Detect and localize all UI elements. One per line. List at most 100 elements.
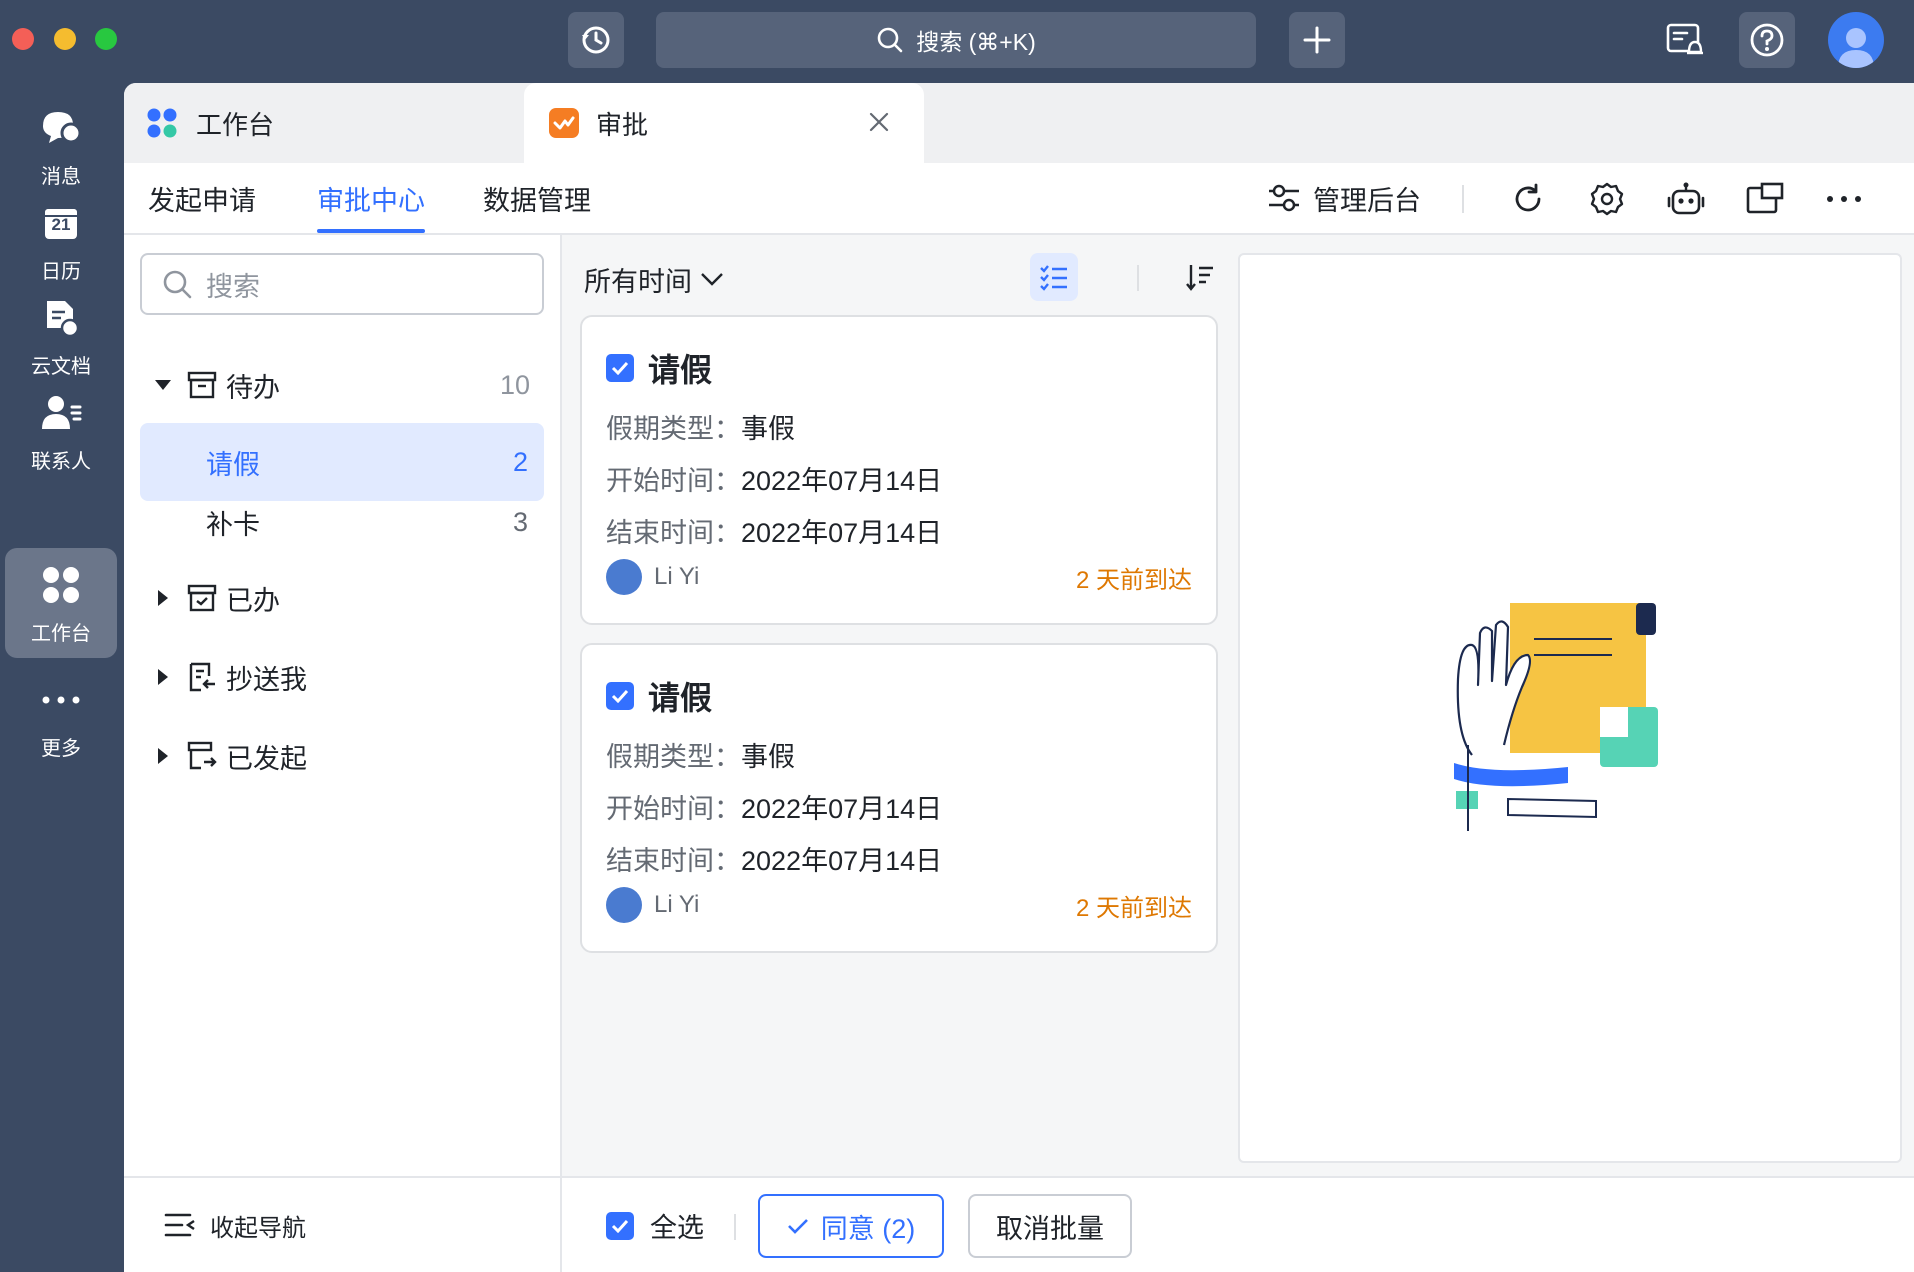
group-todo[interactable]: 待办 10 [124, 355, 562, 415]
main-window: 工作台 审批 发起申请 审批中心 数据管理 管理后台 搜索 待办 10 请假 2… [124, 83, 1914, 1272]
window-maximize-button[interactable] [95, 28, 117, 50]
new-window-button[interactable] [1739, 173, 1791, 225]
nav-item-contacts[interactable]: 联系人 [5, 376, 117, 486]
time-filter-label: 所有时间 [584, 266, 692, 297]
approve-button[interactable]: 同意 (2) [758, 1194, 944, 1258]
close-tab-button[interactable] [864, 107, 894, 137]
card-checkbox[interactable] [606, 682, 634, 710]
nav-item-label: 联系人 [31, 450, 91, 473]
chevron-down-icon [701, 273, 723, 286]
tab-approval-center[interactable]: 审批中心 [317, 163, 425, 233]
action-bar-divider [734, 1214, 736, 1240]
help-icon [1750, 23, 1784, 57]
sub-navigation: 发起申请 审批中心 数据管理 管理后台 [124, 163, 1914, 235]
card-row-start: 开始时间： 2022年07月14日 [606, 459, 942, 498]
more-options-button[interactable] [1818, 173, 1870, 225]
check-icon [787, 1219, 808, 1234]
card-title: 请假 [648, 352, 713, 388]
title-bar: 搜索 (⌘+K) [0, 0, 1914, 83]
collapse-navigation-button[interactable]: 收起导航 [124, 1176, 560, 1272]
card-checkbox[interactable] [606, 354, 634, 382]
plus-icon [1303, 26, 1331, 54]
select-all-checkbox[interactable] [606, 1211, 634, 1240]
sort-button[interactable] [1176, 253, 1224, 301]
archive-check-icon [186, 582, 218, 614]
list-toolbar-divider [1137, 265, 1139, 291]
nav-item-workplace[interactable]: 工作台 [5, 548, 117, 658]
refresh-icon [1515, 183, 1541, 212]
approval-card[interactable]: 请假 假期类型： 事假 开始时间： 2022年07月14日 结束时间： 2022年07… [580, 643, 1218, 953]
sort-icon [1186, 265, 1213, 291]
card-row-type: 假期类型： 事假 [606, 407, 795, 446]
ellipsis-icon [1827, 196, 1861, 202]
toolbar-divider [1462, 185, 1464, 213]
collapse-navigation-label: 收起导航 [210, 1214, 306, 1242]
checklist-icon [1040, 265, 1067, 291]
app-tab-strip: 工作台 审批 [124, 83, 1914, 163]
nav-item-messages[interactable]: 消息 [5, 91, 117, 201]
history-button[interactable] [568, 12, 624, 68]
select-all-toggle[interactable]: 全选 [606, 1206, 704, 1245]
check-icon [611, 361, 629, 375]
admin-console-link[interactable]: 管理后台 [1267, 163, 1421, 233]
search-icon [163, 270, 192, 299]
global-search-label: 搜索 (⌘+K) [916, 29, 1036, 55]
approval-list-area: 所有时间 请假 假期类型： 事假 开始时间： 2022年07月14日 结束时间： 20… [562, 235, 1914, 1272]
close-icon [869, 112, 889, 132]
approval-card[interactable]: 请假 假期类型： 事假 开始时间： 2022年07月14日 结束时间： 2022年07… [580, 315, 1218, 625]
calendar-day-badge: 21 [51, 214, 71, 234]
group-initiated[interactable]: 已发起 [124, 726, 562, 786]
field-key: 结束时间： [606, 846, 741, 876]
subitem-label: 请假 [206, 449, 260, 480]
caret-right-icon [152, 668, 174, 686]
empty-state-illustration [1454, 603, 1658, 831]
sliders-icon [1269, 184, 1299, 212]
applicant-name: Li Yi [654, 891, 700, 918]
tab-data-management[interactable]: 数据管理 [483, 163, 591, 233]
global-search-bar[interactable]: 搜索 (⌘+K) [656, 12, 1256, 68]
nav-item-calendar[interactable]: 21 日历 [5, 186, 117, 296]
window-close-button[interactable] [12, 28, 34, 50]
field-value: 2022年07月14日 [741, 794, 943, 824]
check-icon [611, 689, 629, 703]
bot-button[interactable] [1660, 173, 1712, 225]
approval-sidebar: 搜索 待办 10 请假 2 补卡 3 已办 抄送我 已发起 收起导航 [124, 235, 562, 1272]
search-icon [877, 27, 903, 53]
nav-item-more[interactable]: 更多 [5, 663, 117, 773]
field-value: 事假 [741, 742, 795, 772]
card-row-end: 结束时间： 2022年07月14日 [606, 839, 942, 878]
batch-view-toggle[interactable] [1030, 253, 1078, 301]
nav-item-docs[interactable]: 云文档 [5, 281, 117, 391]
group-initiated-label: 已发起 [226, 743, 307, 774]
group-todo-count: 10 [499, 369, 530, 400]
sidebar-search-input[interactable]: 搜索 [140, 253, 544, 315]
cancel-batch-button[interactable]: 取消批量 [968, 1194, 1132, 1258]
user-avatar[interactable] [1828, 12, 1884, 68]
subitem-clock-in[interactable]: 补卡 3 [140, 483, 544, 561]
nav-item-label: 日历 [41, 260, 81, 283]
help-button[interactable] [1739, 12, 1795, 68]
create-button[interactable] [1289, 12, 1345, 68]
arrival-time: 2 天前到达 [1075, 894, 1192, 922]
select-all-label: 全选 [650, 1213, 704, 1243]
search-placeholder: 搜索 [206, 271, 260, 302]
field-value: 事假 [741, 414, 795, 444]
nav-item-label: 更多 [41, 737, 81, 760]
time-filter-dropdown[interactable]: 所有时间 [584, 259, 724, 299]
notification-button[interactable] [1655, 10, 1715, 70]
nav-item-label: 云文档 [31, 355, 91, 378]
history-icon [582, 26, 610, 54]
window-minimize-button[interactable] [54, 28, 76, 50]
group-cc[interactable]: 抄送我 [124, 647, 562, 707]
subitem-count: 2 [512, 446, 528, 477]
refresh-button[interactable] [1502, 173, 1554, 225]
tab-initiate[interactable]: 发起申请 [148, 163, 256, 233]
card-row-end: 结束时间： 2022年07月14日 [606, 511, 942, 550]
group-done[interactable]: 已办 [124, 568, 562, 628]
chat-icon [43, 111, 82, 143]
app-tab-workplace[interactable]: 工作台 [124, 83, 524, 163]
robot-icon [1667, 182, 1705, 215]
sent-icon [186, 740, 218, 772]
settings-button[interactable] [1581, 173, 1633, 225]
app-tab-approval[interactable]: 审批 [524, 83, 924, 163]
